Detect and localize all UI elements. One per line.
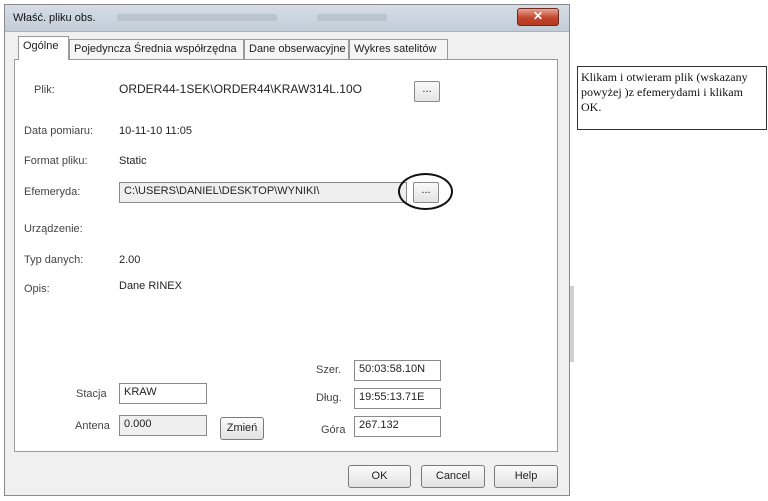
title-blurred-text [317,14,387,21]
close-button[interactable]: ✕ [517,8,559,26]
tab-wykres-satelitow[interactable]: Wykres satelitów [349,39,448,59]
window-title: Właść. pliku obs. [13,12,96,24]
antena-label: Antena [75,420,110,432]
format-pliku-label: Format pliku: [24,155,88,167]
efemeryda-field[interactable]: C:\USERS\DANIEL\DESKTOP\WYNIKI\ [119,182,407,203]
plik-label: Plik: [34,84,55,96]
szer-input[interactable]: 50:03:58.10N [354,360,441,381]
cancel-button[interactable]: Cancel [421,465,485,488]
browse-file-button[interactable]: ... [414,81,440,102]
zmien-button[interactable]: Zmień [220,417,264,440]
typ-danych-label: Typ danych: [24,254,84,266]
dlug-input[interactable]: 19:55:13.71E [354,388,441,409]
stacja-input[interactable]: KRAW [119,383,207,404]
ok-button[interactable]: OK [348,465,411,488]
close-icon: ✕ [532,9,544,23]
format-pliku-value: Static [119,155,147,167]
opis-value: Dane RINEX [119,280,182,292]
opis-label: Opis: [24,283,50,295]
szer-label: Szer. [316,364,342,376]
antena-field: 0.000 [119,415,207,436]
help-button[interactable]: Help [494,465,558,488]
tab-dane-obserwacyjne[interactable]: Dane obserwacyjne [244,39,349,59]
typ-danych-value: 2.00 [119,254,141,266]
urzadzenie-label: Urządzenie: [24,223,83,235]
stacja-label: Stacja [76,388,107,400]
tab-ogolne[interactable]: Ogólne [18,36,69,60]
annotation-note: Klikam i otwieram plik (wskazany powyżej… [577,66,767,130]
gora-label: Góra [321,424,346,436]
window-edge [570,286,574,362]
tab-pojedyncza-srednia[interactable]: Pojedyncza Średnia współrzędna [69,39,244,59]
title-blurred-text [117,14,277,21]
efemeryda-label: Efemeryda: [24,186,81,198]
data-pomiaru-label: Data pomiaru: [24,125,94,137]
gora-input[interactable]: 267.132 [354,416,441,437]
dlug-label: Dług. [316,392,342,404]
plik-value: ORDER44-1SEK\ORDER44\KRAW314L.10O [119,82,362,96]
highlight-circle [398,173,453,210]
title-bar[interactable]: Właść. pliku obs. ✕ [5,5,569,32]
data-pomiaru-value: 10-11-10 11:05 [119,125,192,137]
